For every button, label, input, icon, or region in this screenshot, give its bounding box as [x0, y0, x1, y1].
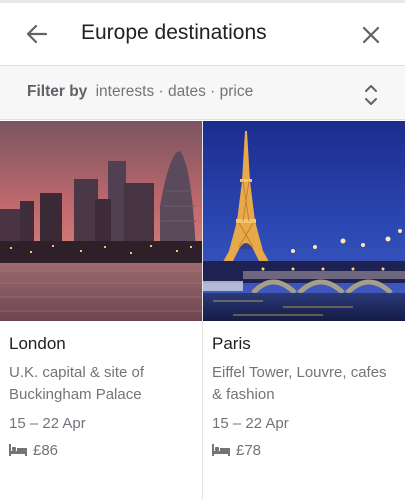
filter-label: Filter by: [27, 83, 88, 100]
close-button[interactable]: [360, 24, 382, 46]
bed-icon: [212, 444, 230, 456]
destination-dates: 15 – 22 Apr: [9, 415, 86, 432]
page-title: Europe destinations: [81, 21, 267, 44]
destination-description: Eiffel Tower, Louvre, cafes & fashion: [212, 364, 387, 403]
unfold-more-icon: [365, 85, 377, 105]
destination-price: £78: [212, 440, 261, 460]
arrow-left-icon: [26, 24, 48, 44]
filter-bar[interactable]: Filter by interests · dates · price: [0, 66, 405, 119]
destination-name: Paris: [212, 334, 251, 353]
paris-eiffel-image: [203, 121, 405, 321]
filter-summary[interactable]: Filter by interests · dates · price: [27, 83, 253, 101]
destination-card-paris[interactable]: Paris Eiffel Tower, Louvre, cafes & fash…: [203, 121, 405, 500]
destination-dates: 15 – 22 Apr: [212, 415, 289, 432]
price-value: £86: [33, 441, 59, 459]
filter-values: interests · dates · price: [95, 83, 254, 100]
close-icon: [362, 26, 380, 44]
destination-card-london[interactable]: London U.K. capital & site of Buckingham…: [0, 121, 202, 500]
app-header: Europe destinations: [0, 3, 405, 65]
destination-name: London: [9, 334, 66, 353]
price-value: £78: [236, 441, 262, 459]
filter-expand-button[interactable]: [360, 82, 382, 108]
destination-description: U.K. capital & site of Buckingham Palace: [9, 364, 145, 403]
bed-icon: [9, 444, 27, 456]
filter-divider: [0, 119, 405, 120]
destination-price: £86: [9, 440, 58, 460]
london-skyline-image: [0, 121, 202, 321]
back-button[interactable]: [24, 23, 50, 45]
